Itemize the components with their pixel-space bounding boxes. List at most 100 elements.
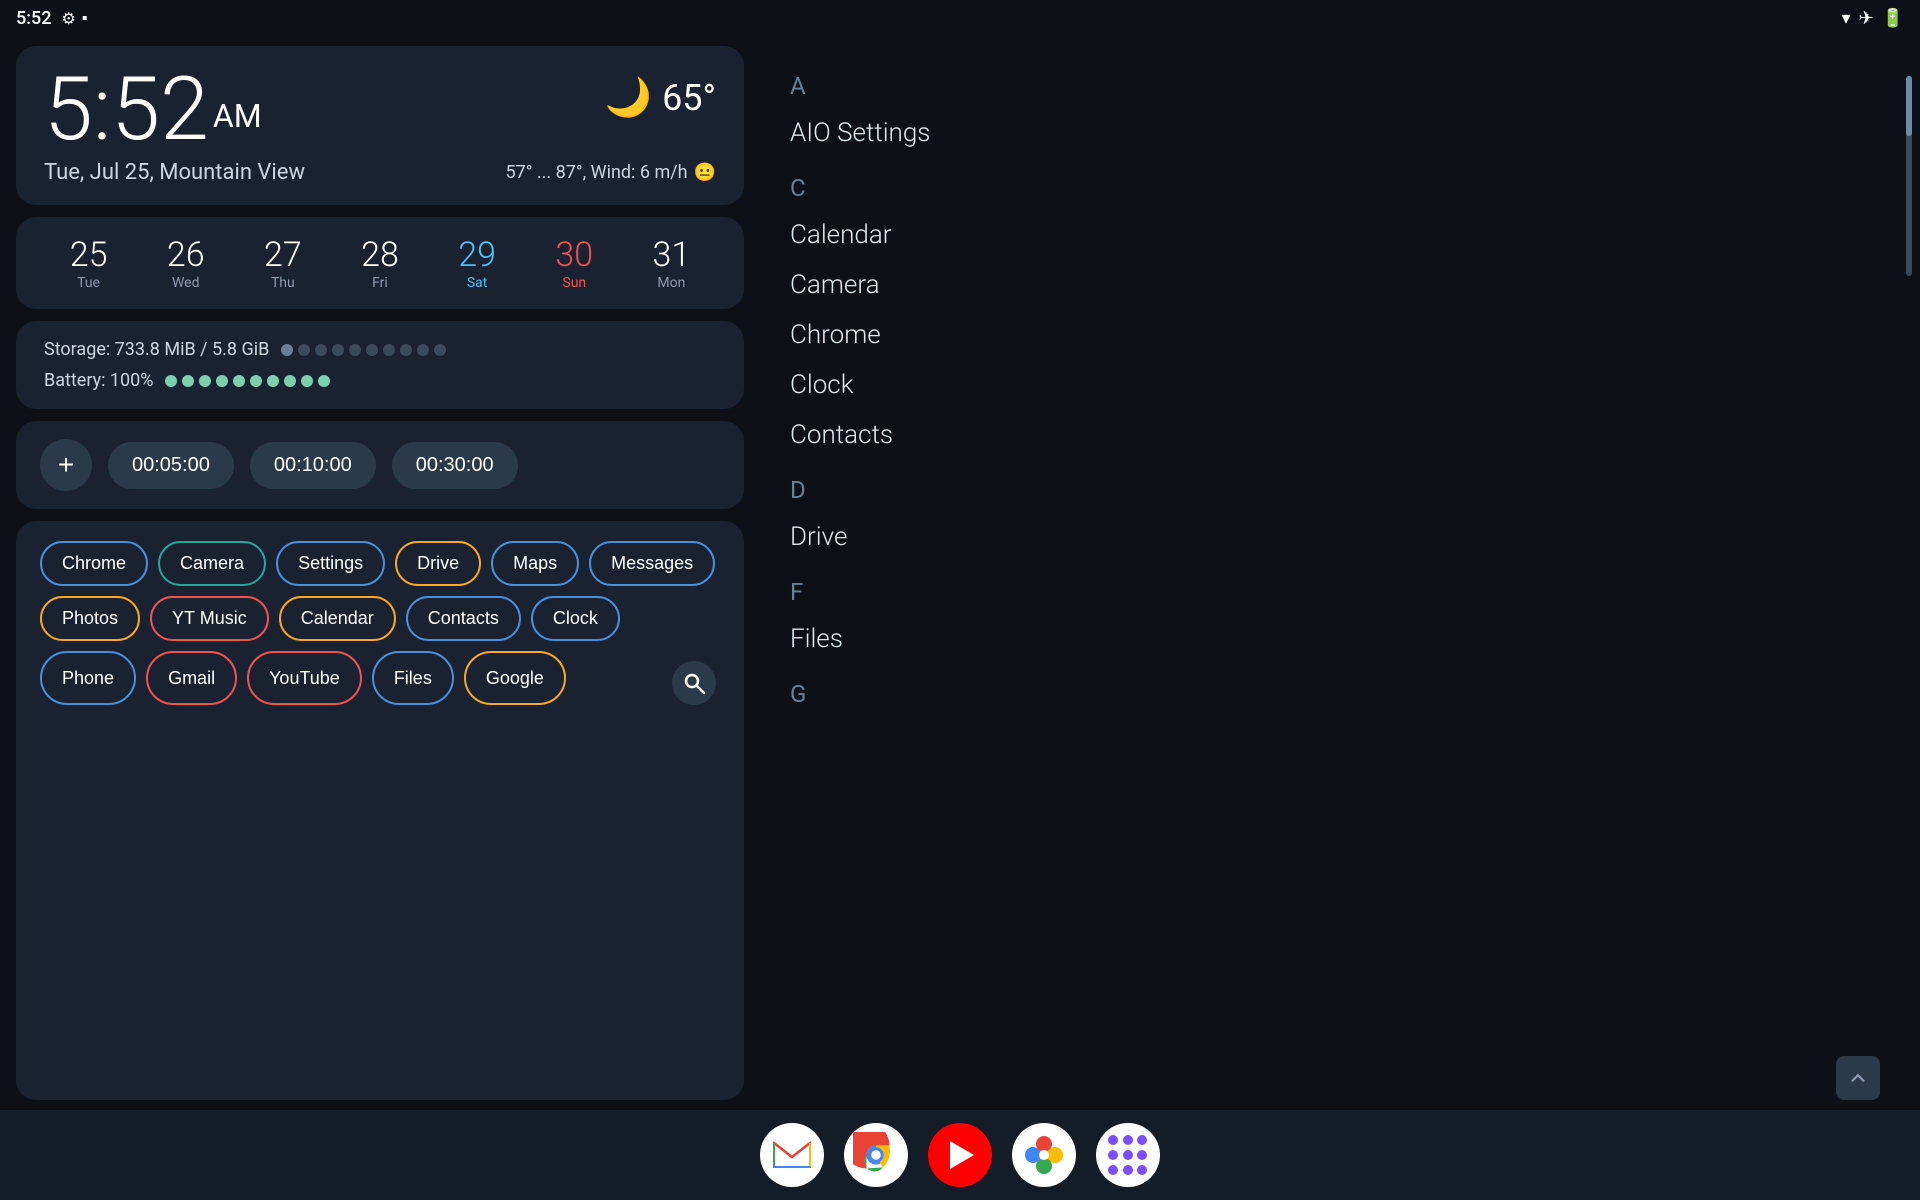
cal-day-27[interactable]: 27 Thu — [264, 235, 302, 291]
timer-widget: + 00:05:00 00:10:00 00:30:00 — [16, 421, 744, 509]
grid-dot — [1137, 1150, 1147, 1160]
timer-add-button[interactable]: + — [40, 439, 92, 491]
clock-date: Tue, Jul 25, Mountain View — [44, 160, 305, 185]
chrome-icon — [853, 1132, 899, 1178]
dock-all-apps[interactable] — [1096, 1123, 1160, 1187]
dot — [318, 375, 330, 387]
status-icons: ⚙ ▪ — [61, 8, 87, 28]
drawer-section-g: G — [790, 680, 1890, 708]
shortcut-youtube[interactable]: YouTube — [247, 651, 362, 705]
dot — [400, 344, 412, 356]
dot — [281, 344, 293, 356]
clock-widget: 5:52AM 🌙 65° Tue, Jul 25, Mountain View … — [16, 46, 744, 205]
dot — [298, 344, 310, 356]
battery-icon: 🔋 — [1882, 8, 1904, 29]
grid-dot — [1137, 1165, 1147, 1175]
section-letter-g: G — [790, 680, 1890, 708]
section-letter-f: F — [790, 578, 1890, 606]
status-time: 5:52 — [16, 8, 51, 29]
shortcuts-search-button[interactable] — [672, 661, 716, 705]
dock-youtube[interactable] — [928, 1123, 992, 1187]
dot — [165, 375, 177, 387]
cal-day-30-sun[interactable]: 30 Sun — [555, 235, 593, 291]
shortcut-gmail[interactable]: Gmail — [146, 651, 237, 705]
dock-chrome[interactable] — [844, 1123, 908, 1187]
shortcut-maps[interactable]: Maps — [491, 541, 579, 586]
shortcut-google[interactable]: Google — [464, 651, 566, 705]
weather-display: 🌙 65° — [605, 66, 716, 120]
search-icon — [682, 671, 706, 695]
weather-icon: 🌙 — [605, 76, 652, 120]
storage-row: Storage: 733.8 MiB / 5.8 GiB — [44, 339, 716, 360]
cal-day-25[interactable]: 25 Tue — [70, 235, 108, 291]
shortcuts-grid: Chrome Camera Settings Drive Maps Messag… — [40, 541, 720, 705]
dot — [349, 344, 361, 356]
section-letter-d: D — [790, 476, 1890, 504]
drawer-app-chrome[interactable]: Chrome — [790, 310, 1890, 360]
shortcut-camera[interactable]: Camera — [158, 541, 266, 586]
timer-preset-10[interactable]: 00:10:00 — [250, 442, 376, 489]
cal-day-28[interactable]: 28 Fri — [361, 235, 399, 291]
cal-day-31[interactable]: 31 Mon — [653, 235, 691, 291]
drawer-app-aio-settings[interactable]: AIO Settings — [790, 108, 1890, 158]
shortcut-phone[interactable]: Phone — [40, 651, 136, 705]
shortcut-photos[interactable]: Photos — [40, 596, 140, 641]
grid-dot — [1108, 1150, 1118, 1160]
calendar-strip[interactable]: 25 Tue 26 Wed 27 Thu 28 Fri 29 Sat 30 Su… — [16, 217, 744, 309]
dot — [315, 344, 327, 356]
drawer-app-calendar[interactable]: Calendar — [790, 210, 1890, 260]
dot — [301, 375, 313, 387]
shortcut-settings[interactable]: Settings — [276, 541, 385, 586]
scroll-up-button[interactable] — [1836, 1056, 1880, 1100]
clock-bottom: Tue, Jul 25, Mountain View 57° ... 87°, … — [44, 160, 716, 185]
timer-preset-30[interactable]: 00:30:00 — [392, 442, 518, 489]
dock-photos[interactable] — [1012, 1123, 1076, 1187]
dot — [332, 344, 344, 356]
drawer-section-f: F Files — [790, 578, 1890, 664]
clock-display: 5:52AM — [44, 66, 262, 154]
bottom-dock — [0, 1110, 1920, 1200]
shortcut-drive[interactable]: Drive — [395, 541, 481, 586]
battery-indicator-icon: ▪ — [82, 8, 88, 28]
shortcut-yt-music[interactable]: YT Music — [150, 596, 269, 641]
dot — [284, 375, 296, 387]
timer-preset-5[interactable]: 00:05:00 — [108, 442, 234, 489]
gmail-icon — [772, 1139, 812, 1171]
section-letter-a: A — [790, 72, 1890, 100]
drawer-app-contacts[interactable]: Contacts — [790, 410, 1890, 460]
cal-day-29-today[interactable]: 29 Sat — [458, 235, 496, 291]
shortcut-chrome[interactable]: Chrome — [40, 541, 148, 586]
temperature: 65° — [662, 77, 716, 119]
weather-range: 57° ... 87°, Wind: 6 m/h 😐 — [506, 162, 716, 183]
shortcut-clock[interactable]: Clock — [531, 596, 620, 641]
app-drawer: A AIO Settings C Calendar Camera Chrome … — [760, 36, 1920, 1110]
shortcut-calendar[interactable]: Calendar — [279, 596, 396, 641]
dot — [199, 375, 211, 387]
drawer-section-c: C Calendar Camera Chrome Clock Contacts — [790, 174, 1890, 460]
scrollbar-thumb[interactable] — [1906, 76, 1912, 136]
dock-gmail[interactable] — [760, 1123, 824, 1187]
section-letter-c: C — [790, 174, 1890, 202]
scrollbar-track[interactable] — [1906, 76, 1912, 276]
shortcut-files[interactable]: Files — [372, 651, 454, 705]
airplane-icon: ✈ — [1858, 8, 1873, 29]
drawer-app-drive[interactable]: Drive — [790, 512, 1890, 562]
dot — [434, 344, 446, 356]
shortcut-messages[interactable]: Messages — [589, 541, 715, 586]
grid-dot — [1108, 1165, 1118, 1175]
grid-dot — [1123, 1135, 1133, 1145]
clock-top: 5:52AM 🌙 65° — [44, 66, 716, 154]
shortcuts-widget: Chrome Camera Settings Drive Maps Messag… — [16, 521, 744, 1100]
cal-day-26[interactable]: 26 Wed — [167, 235, 205, 291]
battery-dots — [165, 375, 330, 387]
wind-icon: 😐 — [694, 162, 716, 183]
dot — [250, 375, 262, 387]
grid-dot — [1137, 1135, 1147, 1145]
drawer-app-files[interactable]: Files — [790, 614, 1890, 664]
battery-row: Battery: 100% — [44, 370, 716, 391]
drawer-app-clock[interactable]: Clock — [790, 360, 1890, 410]
status-bar: 5:52 ⚙ ▪ ▾ ✈ 🔋 — [0, 0, 1920, 36]
dot — [383, 344, 395, 356]
shortcut-contacts[interactable]: Contacts — [406, 596, 521, 641]
drawer-app-camera[interactable]: Camera — [790, 260, 1890, 310]
